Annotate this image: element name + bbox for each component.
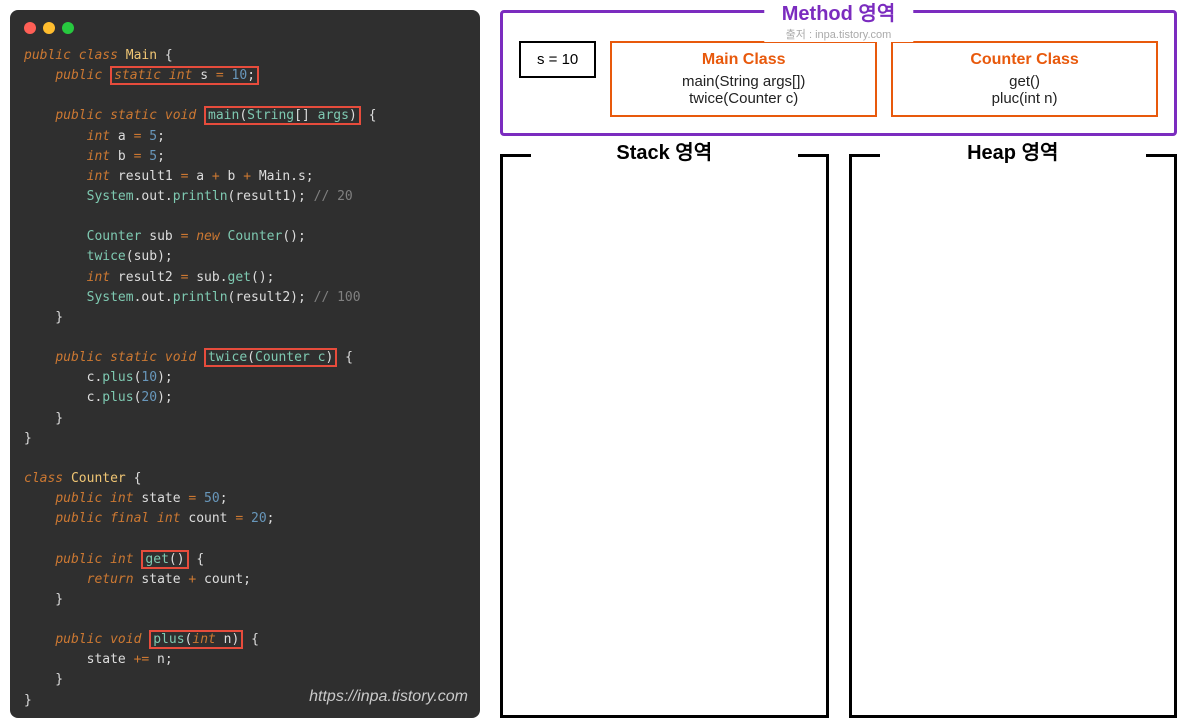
tl-red-icon — [24, 22, 36, 34]
main-class-title: Main Class — [630, 51, 857, 69]
counter-class-method-0: get() — [911, 73, 1138, 90]
counter-class-method-1: pluc(int n) — [911, 90, 1138, 107]
code-block: public class Main { public static int s … — [24, 46, 466, 711]
main-class-method-1: twice(Counter c) — [630, 90, 857, 107]
main-sig-box: main(String[] args) — [204, 106, 361, 125]
plus-box: plus(int n) — [149, 630, 243, 649]
counter-class-box: Counter Class get() pluc(int n) — [891, 41, 1158, 117]
method-area: Method 영역 출저 : inpa.tistory.com s = 10 M… — [500, 10, 1177, 136]
right-column: Method 영역 출저 : inpa.tistory.com s = 10 M… — [500, 10, 1177, 718]
watermark: https://inpa.tistory.com — [309, 685, 468, 710]
heap-area-label: Heap 영역 — [947, 136, 1078, 165]
code-panel: public class Main { public static int s … — [10, 10, 480, 718]
tl-green-icon — [62, 22, 74, 34]
main-class-box: Main Class main(String args[]) twice(Cou… — [610, 41, 877, 117]
twice-sig-box: twice(Counter c) — [204, 348, 337, 367]
method-area-subtitle: 출저 : inpa.tistory.com — [782, 26, 895, 42]
method-area-label: Method 영역 출저 : inpa.tistory.com — [764, 0, 913, 42]
static-var-box: s = 10 — [519, 41, 596, 78]
static-field-box: static int s = 10; — [110, 66, 259, 85]
memory-areas-row: Stack 영역 Heap 영역 — [500, 154, 1177, 718]
counter-class-title: Counter Class — [911, 51, 1138, 69]
traffic-lights — [24, 22, 466, 34]
stack-area: Stack 영역 — [500, 154, 829, 718]
stack-area-label: Stack 영역 — [596, 136, 732, 165]
tl-yellow-icon — [43, 22, 55, 34]
heap-area: Heap 영역 — [849, 154, 1178, 718]
main-class-method-0: main(String args[]) — [630, 73, 857, 90]
method-area-title: Method 영역 — [782, 0, 895, 26]
get-box: get() — [141, 550, 188, 569]
